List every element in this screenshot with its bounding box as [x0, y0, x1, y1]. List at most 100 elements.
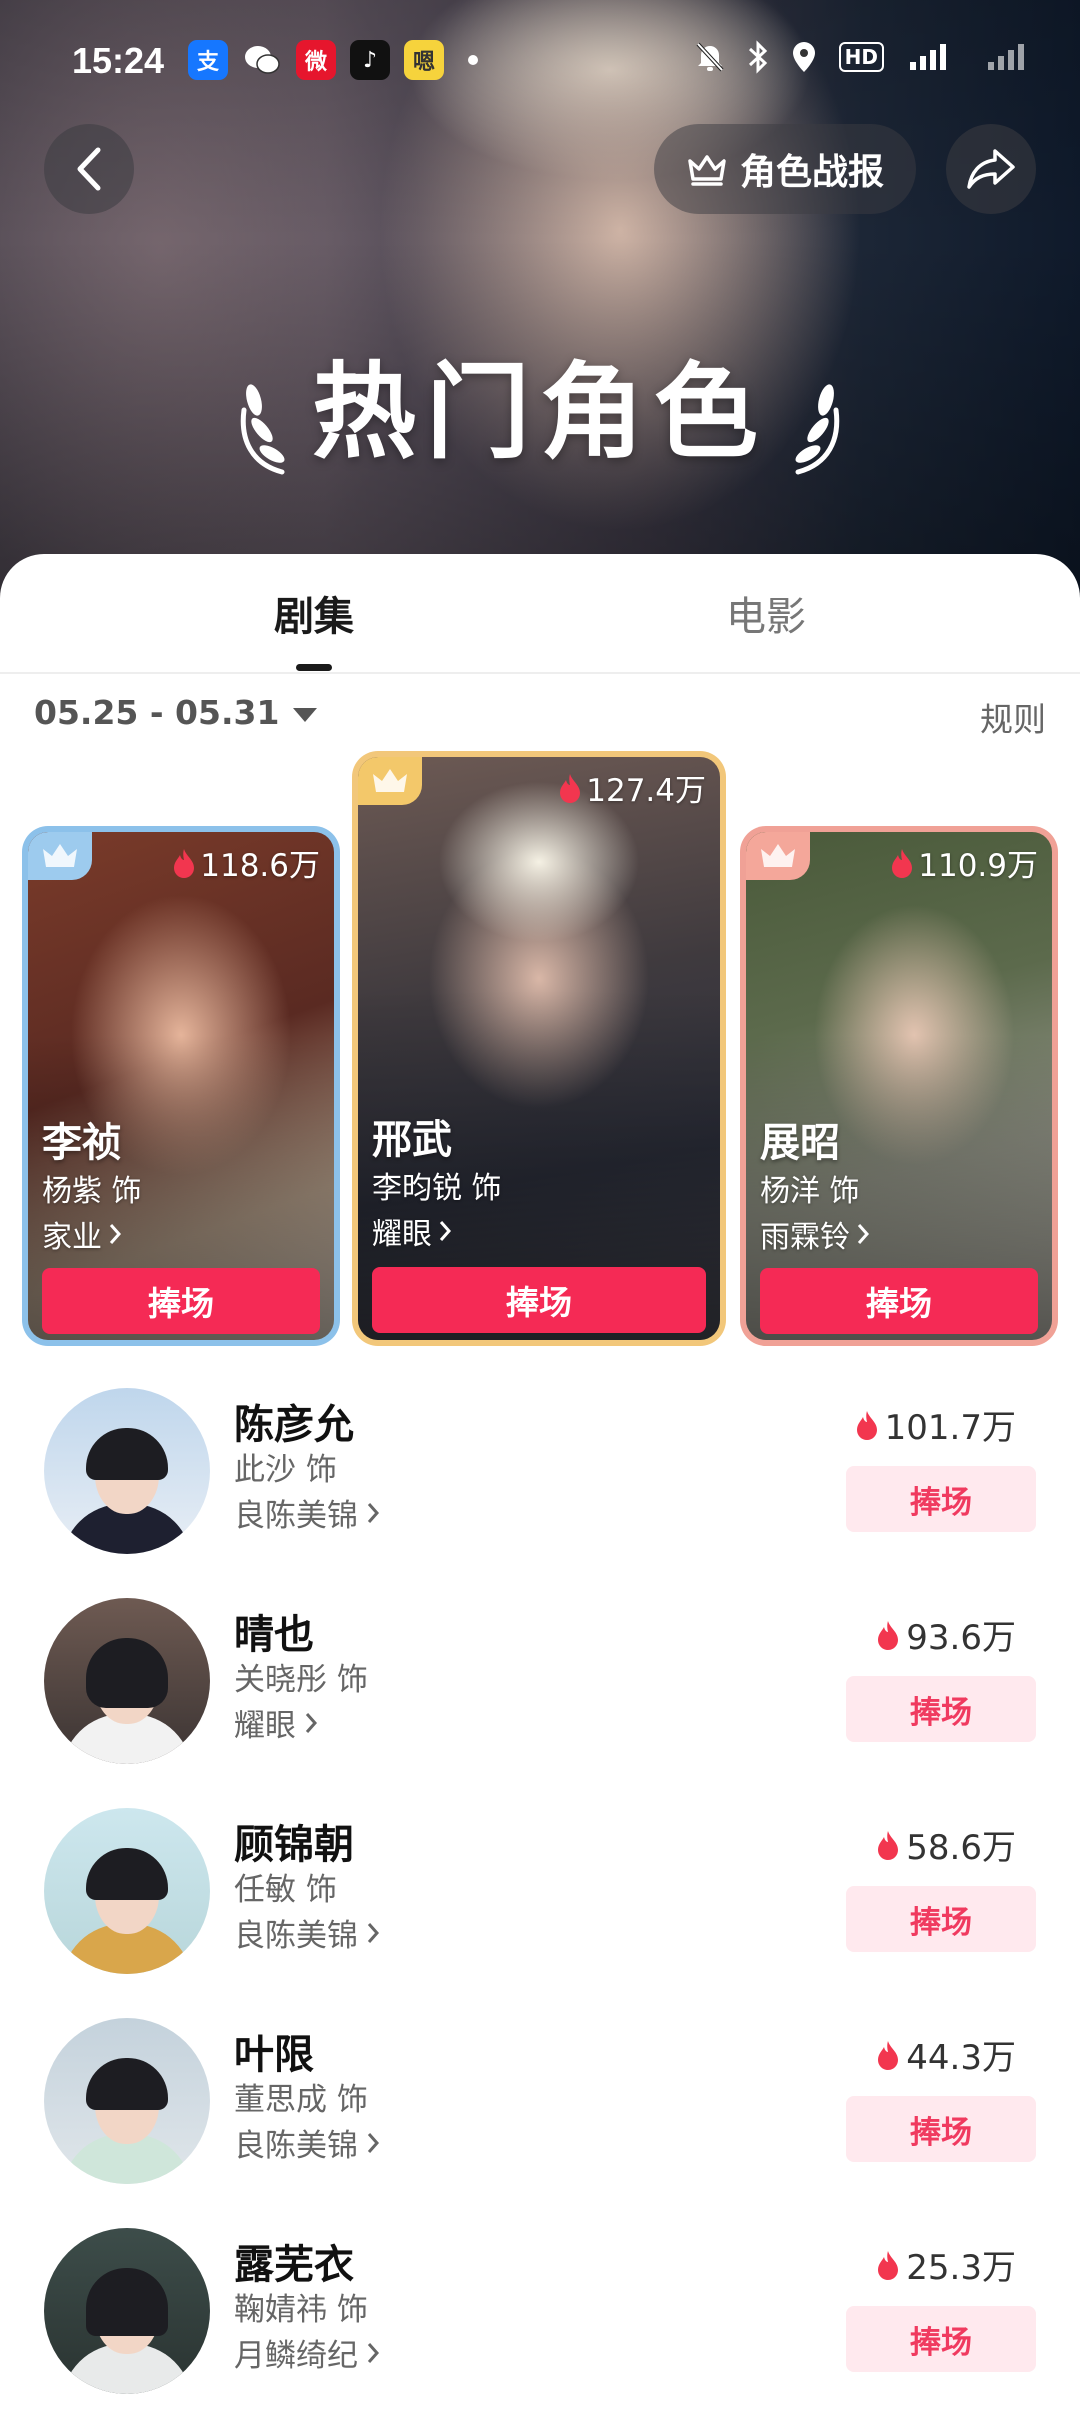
show-title: 家业: [42, 1220, 102, 1255]
chevron-right-icon: [367, 1502, 380, 1523]
top-card-rank-2[interactable]: 118.6万 李祯 杨紫 饰 家业 捧场: [22, 826, 340, 1346]
list-item[interactable]: 叶限 董思成 饰 良陈美锦 44.3万 捧场: [0, 2006, 1080, 2216]
card-portrait: 110.9万 展昭 杨洋 饰 雨霖铃 捧场: [746, 832, 1052, 1340]
cheer-button[interactable]: 捧场: [372, 1267, 706, 1333]
cheer-button[interactable]: 捧场: [846, 1466, 1036, 1532]
cheer-button[interactable]: 捧场: [846, 2096, 1036, 2162]
cheer-button[interactable]: 捧场: [846, 1886, 1036, 1952]
share-button[interactable]: [946, 124, 1036, 214]
page-title: 热门角色: [311, 351, 768, 473]
tabs-divider: [0, 672, 1080, 674]
show-link[interactable]: 良陈美锦: [234, 1910, 380, 1955]
bluetooth-icon: [747, 40, 769, 74]
show-link[interactable]: 耀眼: [234, 1700, 318, 1745]
mute-icon: [695, 41, 725, 73]
chevron-right-icon: [367, 1922, 380, 1943]
flame-icon: [174, 848, 195, 878]
date-range-selector[interactable]: 05.25 - 05.31: [34, 693, 318, 732]
avatar-hair: [86, 1637, 168, 1708]
show-link[interactable]: 月鳞绮纪: [234, 2330, 380, 2375]
flame-icon: [878, 1830, 899, 1860]
show-link[interactable]: 良陈美锦: [234, 2120, 380, 2165]
rules-link[interactable]: 规则: [980, 693, 1046, 741]
status-time: 15:24: [72, 40, 165, 81]
show-link[interactable]: 耀眼: [372, 1209, 452, 1253]
cheer-button[interactable]: 捧场: [760, 1268, 1038, 1334]
actor-name: 董思成 饰: [234, 2082, 368, 2118]
status-indicators: HD: [695, 40, 1040, 74]
avatar-hair: [86, 2057, 168, 2110]
show-link[interactable]: 良陈美锦: [234, 1490, 380, 1535]
character-name: 陈彦允: [234, 1402, 354, 1448]
heat-text: 101.7万: [884, 1408, 1016, 1448]
cheer-button[interactable]: 捧场: [846, 1676, 1036, 1742]
top-card-rank-3[interactable]: 110.9万 展昭 杨洋 饰 雨霖铃 捧场: [740, 826, 1058, 1346]
tab-movies[interactable]: 电影: [726, 584, 806, 642]
list-item[interactable]: 晴也 关晓彤 饰 耀眼 93.6万 捧场: [0, 1586, 1080, 1796]
crown-icon: [358, 757, 422, 805]
chevron-right-icon: [109, 1224, 122, 1244]
cheer-button[interactable]: 捧场: [846, 2306, 1036, 2372]
avatar: [44, 1388, 210, 1554]
actor-name: 关晓彤 饰: [234, 1662, 368, 1698]
share-icon: [967, 149, 1015, 189]
heat-value: 25.3万: [876, 2240, 1016, 2289]
cheer-button[interactable]: 捧场: [42, 1268, 320, 1334]
avatar: [44, 2228, 210, 2394]
character-name: 展昭: [760, 1120, 840, 1166]
character-name: 叶限: [234, 2032, 314, 2078]
actor-name: 鞠婧祎 饰: [234, 2292, 368, 2328]
top-card-rank-1[interactable]: 127.4万 邢武 李昀锐 饰 耀眼 捧场: [352, 751, 726, 1346]
heat-text: 110.9万: [918, 848, 1038, 884]
content-sheet: 剧集 电影 05.25 - 05.31 规则 118.6万 李祯 杨紫 饰 家业…: [0, 554, 1080, 2412]
role-report-label: 角色战报: [739, 152, 884, 193]
back-button[interactable]: [44, 124, 134, 214]
show-title: 良陈美锦: [234, 1498, 358, 1534]
card-portrait: 118.6万 李祯 杨紫 饰 家业 捧场: [28, 832, 334, 1340]
tab-tv-series[interactable]: 剧集: [274, 584, 354, 642]
category-tabs: 剧集 电影: [0, 554, 1080, 674]
heat-text: 44.3万: [906, 2038, 1016, 2078]
list-item[interactable]: 陈彦允 此沙 饰 良陈美锦 101.7万 捧场: [0, 1376, 1080, 1586]
show-title: 良陈美锦: [234, 2128, 358, 2164]
caret-down-icon: [293, 707, 318, 722]
heat-value: 110.9万: [890, 840, 1038, 885]
crown-icon: [746, 832, 810, 880]
alipay-icon: 支: [188, 40, 228, 80]
character-name: 露芜衣: [234, 2242, 354, 2288]
show-title: 良陈美锦: [234, 1918, 358, 1954]
flame-icon: [878, 1620, 899, 1650]
list-item[interactable]: 顾锦朝 任敏 饰 良陈美锦 58.6万 捧场: [0, 1796, 1080, 2006]
flame-icon: [892, 848, 913, 878]
show-link[interactable]: 雨霖铃: [760, 1212, 870, 1256]
flame-icon: [878, 2250, 899, 2280]
hd-badge: HD: [838, 42, 884, 72]
chevron-right-icon: [857, 1224, 870, 1244]
heat-text: 25.3万: [906, 2248, 1016, 2288]
heat-value: 58.6万: [876, 1820, 1016, 1869]
avatar-hair: [86, 1427, 168, 1480]
actor-name: 任敏 饰: [234, 1872, 337, 1908]
list-item[interactable]: 露芜衣 鞠婧祎 饰 月鳞绮纪 25.3万 捧场: [0, 2216, 1080, 2412]
actor-name: 杨洋 饰: [760, 1174, 860, 1209]
avatar: [44, 1808, 210, 1974]
heat-value: 118.6万: [172, 840, 320, 885]
character-name: 邢武: [372, 1117, 452, 1163]
show-title: 耀眼: [372, 1217, 432, 1252]
heat-text: 127.4万: [586, 773, 706, 809]
show-link[interactable]: 家业: [42, 1212, 122, 1256]
chevron-right-icon: [439, 1221, 452, 1241]
flame-icon: [560, 773, 581, 803]
location-icon: [791, 40, 817, 74]
active-tab-indicator: [296, 664, 332, 671]
avatar-hair: [86, 1847, 168, 1900]
status-bar: 15:24 支 微 ♪ 嗯 HD: [0, 0, 1080, 120]
character-name: 顾锦朝: [234, 1822, 354, 1868]
avatar: [44, 2018, 210, 2184]
character-name: 李祯: [42, 1120, 122, 1166]
role-report-button[interactable]: 角色战报: [654, 124, 916, 214]
heat-value: 127.4万: [558, 765, 706, 810]
chevron-left-icon: [77, 147, 101, 191]
chevron-right-icon: [305, 1712, 318, 1733]
signal-5g-icon: [906, 42, 962, 72]
